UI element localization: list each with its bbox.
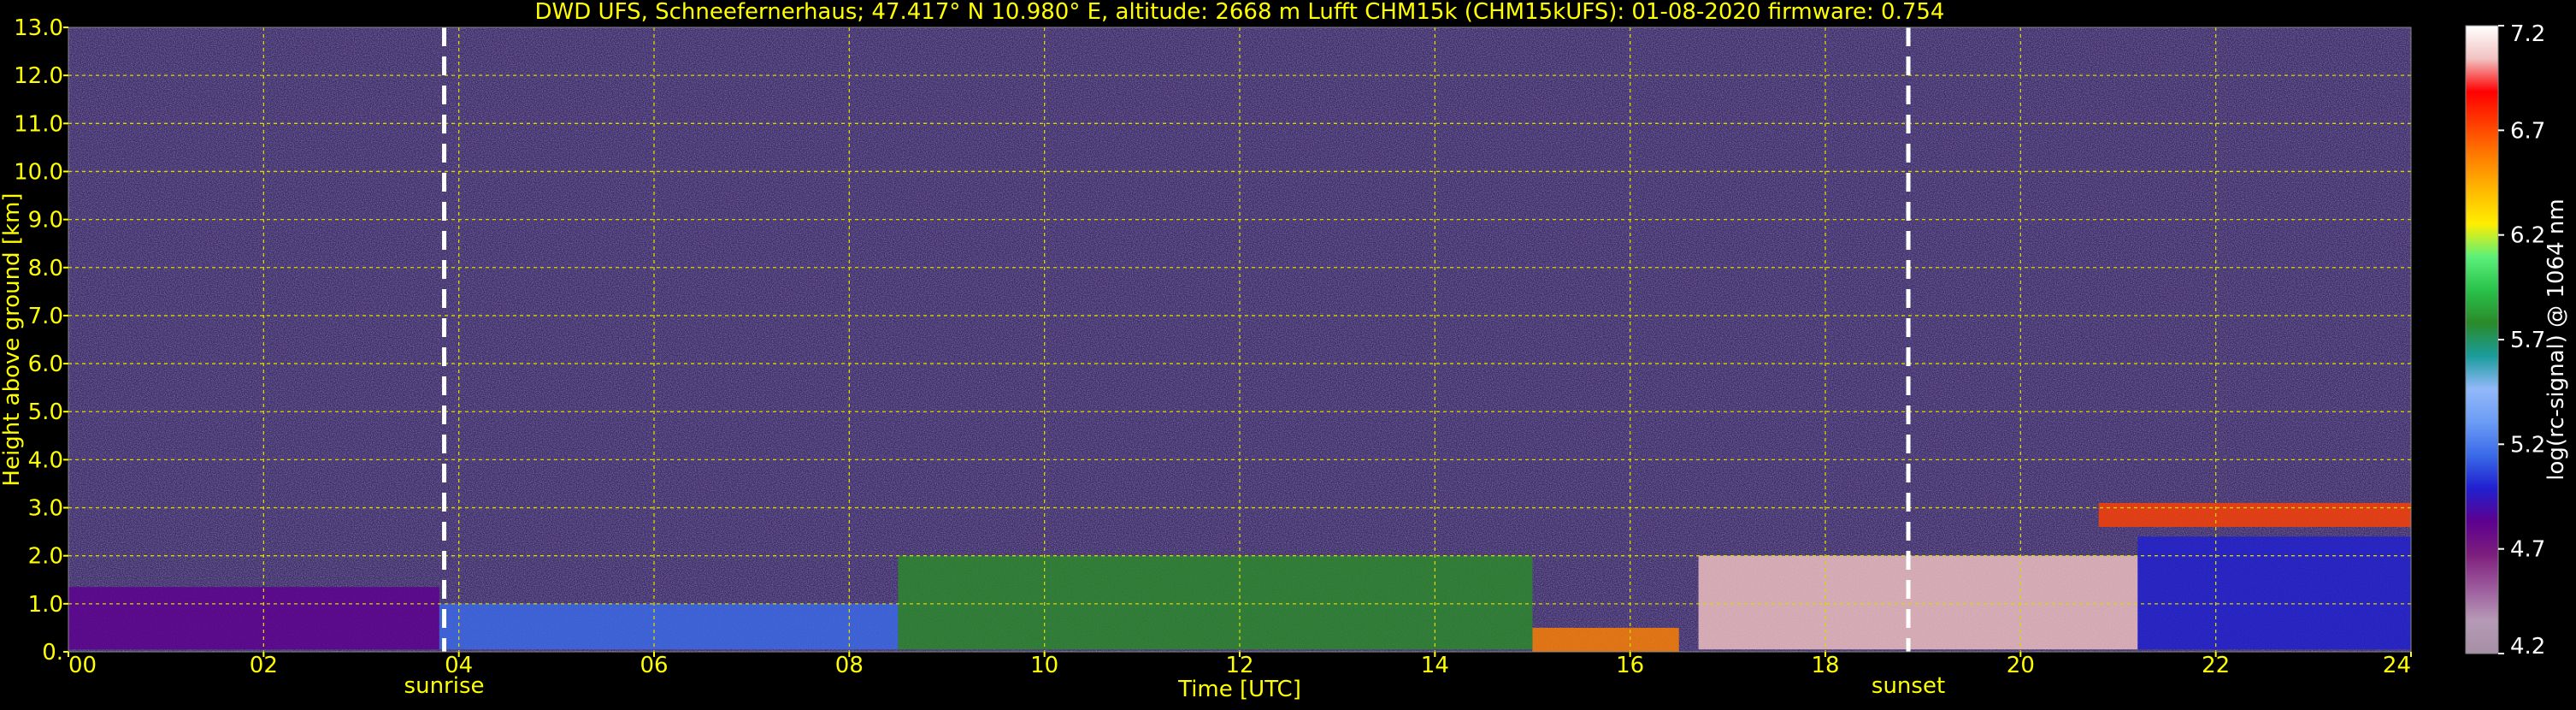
colorbar-tick-label: 4.2	[2510, 634, 2545, 660]
x-tick-label: 24	[2383, 653, 2411, 678]
x-tick-label: 06	[640, 653, 668, 678]
layer-6	[2137, 536, 2411, 650]
y-tick-label: 6.0	[28, 352, 63, 377]
y-tick-label: 4.0	[28, 447, 63, 473]
y-tick-label: 12.0	[14, 63, 63, 89]
y-tick-label: 13.0	[14, 15, 63, 41]
colorbar-tick-label: 5.2	[2510, 432, 2545, 458]
event-label-sunset: sunset	[1872, 673, 1945, 699]
colorbar: 7.2 6.7 6.2 5.7 5.2 4.7 4.2 log(rc-signal) @ 1…	[2465, 21, 2569, 660]
y-axis-label: Height above ground [km]	[0, 192, 25, 486]
colorbar-label: log(rc-signal) @ 1064 nm	[2544, 198, 2569, 480]
x-tick-label: 08	[835, 653, 864, 678]
y-tick-label: 7.0	[28, 304, 63, 329]
x-tick-label: 16	[1616, 653, 1644, 678]
colorbar-ticks: 7.2 6.7 6.2 5.7 5.2 4.7 4.2	[2498, 21, 2545, 660]
colorbar-gradient	[2465, 25, 2499, 654]
y-tick-label: 3.0	[28, 496, 63, 522]
colorbar-tick-label: 6.7	[2510, 118, 2545, 144]
x-tick-label: 18	[1811, 653, 1839, 678]
colorbar-tick-label: 6.2	[2510, 223, 2545, 249]
x-tick-label: 02	[250, 653, 278, 678]
y-tick-label: 1.0	[28, 592, 63, 618]
layer-1	[439, 603, 899, 650]
x-tick-label: 12	[1225, 653, 1253, 678]
x-tick-label: 00	[68, 653, 97, 678]
layer-5	[2098, 502, 2411, 527]
y-tick-label: 11.0	[14, 111, 63, 137]
x-tick-label: 14	[1421, 653, 1449, 678]
colorbar-tick-label: 4.7	[2510, 537, 2545, 563]
y-tick-label: 2.0	[28, 544, 63, 570]
chart-title: DWD UFS, Schneefernerhaus; 47.417° N 10.…	[535, 0, 1945, 25]
layer-0	[68, 587, 439, 650]
y-tick-label: 10.0	[14, 159, 63, 185]
x-tick-label: 04	[445, 653, 473, 678]
layer-4	[1698, 555, 2138, 650]
y-tick-label: 0.	[42, 640, 63, 666]
y-tick-label: 5.0	[28, 399, 63, 425]
ceilometer-figure: sunrise sunset 00 02 04 06 08 10 12 14 16 18 20 22 24…	[0, 0, 2576, 707]
layer-2	[898, 555, 1533, 650]
x-tick-label: 22	[2202, 653, 2230, 678]
x-axis-label: Time [UTC]	[1177, 677, 1301, 702]
chart-svg: sunrise sunset 00 02 04 06 08 10 12 14 16 18 20 22 24…	[0, 0, 2569, 702]
y-tick-label: 8.0	[28, 256, 63, 281]
colorbar-tick-label: 5.7	[2510, 328, 2545, 353]
x-tick-label: 20	[2007, 653, 2035, 678]
colorbar-tick-label: 7.2	[2510, 21, 2545, 47]
y-tick-label: 9.0	[28, 208, 63, 234]
layer-3	[1532, 627, 1679, 652]
x-tick-label: 10	[1030, 653, 1058, 678]
